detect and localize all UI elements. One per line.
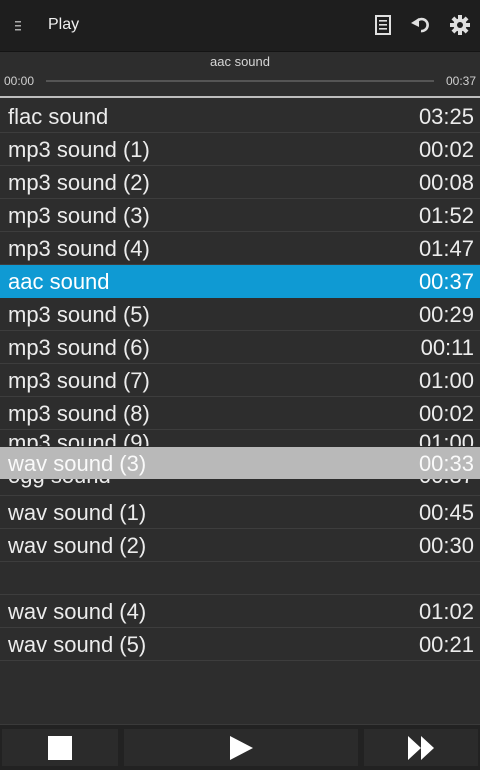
track-duration: 00:45 — [418, 500, 474, 525]
fast-forward-icon — [408, 735, 434, 760]
divider — [0, 96, 480, 98]
now-playing-title: aac sound — [210, 54, 270, 69]
track-name: mp3 sound (6) — [8, 335, 150, 360]
document-icon[interactable] — [370, 12, 396, 38]
track-duration: 01:52 — [418, 203, 474, 228]
track-row[interactable]: mp3 sound (5) 00:29 — [0, 298, 480, 331]
track-list: flac sound 03:25 mp3 sound (1) 00:02 mp3… — [0, 100, 480, 661]
track-row[interactable]: wav sound (5) 00:21 — [0, 628, 480, 661]
track-duration: 00:37 — [419, 479, 474, 489]
track-duration: 00:11 — [420, 335, 474, 360]
track-duration: 00:02 — [418, 137, 474, 162]
track-name: mp3 sound (3) — [8, 203, 150, 228]
track-name: mp3 sound (4) — [8, 236, 150, 261]
track-row[interactable]: mp3 sound (1) 00:02 — [0, 133, 480, 166]
fast-forward-button[interactable] — [364, 729, 478, 766]
track-row[interactable]: mp3 sound (7) 01:00 — [0, 364, 480, 397]
track-row[interactable]: flac sound 03:25 — [0, 100, 480, 133]
track-name: aac sound — [8, 269, 110, 294]
track-name: wav sound (4) — [8, 599, 147, 624]
track-duration: 00:08 — [418, 170, 474, 195]
track-duration: 01:00 — [418, 430, 474, 446]
playback-controls — [0, 724, 480, 770]
play-icon — [230, 735, 253, 760]
track-row-selected[interactable]: aac sound 00:37 — [0, 265, 480, 298]
undo-icon[interactable] — [408, 12, 434, 38]
track-row[interactable]: mp3 sound (9) 01:00 — [0, 430, 480, 446]
track-name: mp3 sound (7) — [8, 368, 150, 393]
track-name: flac sound — [8, 104, 109, 129]
track-name: ogg sound — [8, 479, 111, 489]
track-name: wav sound (3) — [8, 451, 147, 476]
dragging-track-row[interactable]: wav sound (3) 00:33 — [0, 447, 480, 479]
track-duration: 00:29 — [418, 302, 474, 327]
track-duration: 01:47 — [418, 236, 474, 261]
track-duration: 00:33 — [418, 451, 474, 476]
track-name: mp3 sound (5) — [8, 302, 150, 327]
elapsed-time: 00:00 — [4, 74, 35, 88]
track-name: wav sound (1) — [8, 500, 147, 525]
page-title[interactable]: Play — [48, 16, 79, 34]
total-time: 00:37 — [445, 74, 476, 88]
action-bar: Play — [0, 0, 480, 52]
track-row[interactable]: wav sound (4) 01:02 — [0, 595, 480, 628]
track-name: mp3 sound (2) — [8, 170, 150, 195]
track-row[interactable]: mp3 sound (8) 00:02 — [0, 397, 480, 430]
track-row[interactable]: mp3 sound (3) 01:52 — [0, 199, 480, 232]
track-duration: 00:30 — [418, 533, 474, 558]
track-duration: 01:02 — [418, 599, 474, 624]
track-row[interactable]: ogg sound 00:37 — [0, 479, 480, 496]
track-name: wav sound (5) — [8, 632, 147, 657]
track-duration: 03:25 — [418, 104, 474, 129]
drop-slot — [0, 562, 480, 595]
track-duration: 00:21 — [418, 632, 474, 657]
track-name: mp3 sound (8) — [8, 401, 150, 426]
play-button[interactable] — [124, 729, 358, 766]
track-row[interactable]: wav sound (2) 00:30 — [0, 529, 480, 562]
stop-button[interactable] — [2, 729, 118, 766]
track-duration: 00:02 — [418, 401, 474, 426]
track-name: mp3 sound (9) — [8, 430, 150, 446]
stop-icon — [48, 735, 72, 760]
track-name: wav sound (2) — [8, 533, 147, 558]
gear-icon[interactable] — [447, 12, 473, 38]
track-duration: 00:37 — [418, 269, 474, 294]
track-row[interactable]: wav sound (1) 00:45 — [0, 496, 480, 529]
track-row[interactable]: mp3 sound (6) 00:11 — [0, 331, 480, 364]
track-row[interactable]: mp3 sound (2) 00:08 — [0, 166, 480, 199]
track-duration: 01:00 — [418, 368, 474, 393]
seek-bar[interactable] — [46, 80, 434, 82]
track-row[interactable]: mp3 sound (4) 01:47 — [0, 232, 480, 265]
menu-icon[interactable] — [14, 18, 24, 32]
track-name: mp3 sound (1) — [8, 137, 150, 162]
